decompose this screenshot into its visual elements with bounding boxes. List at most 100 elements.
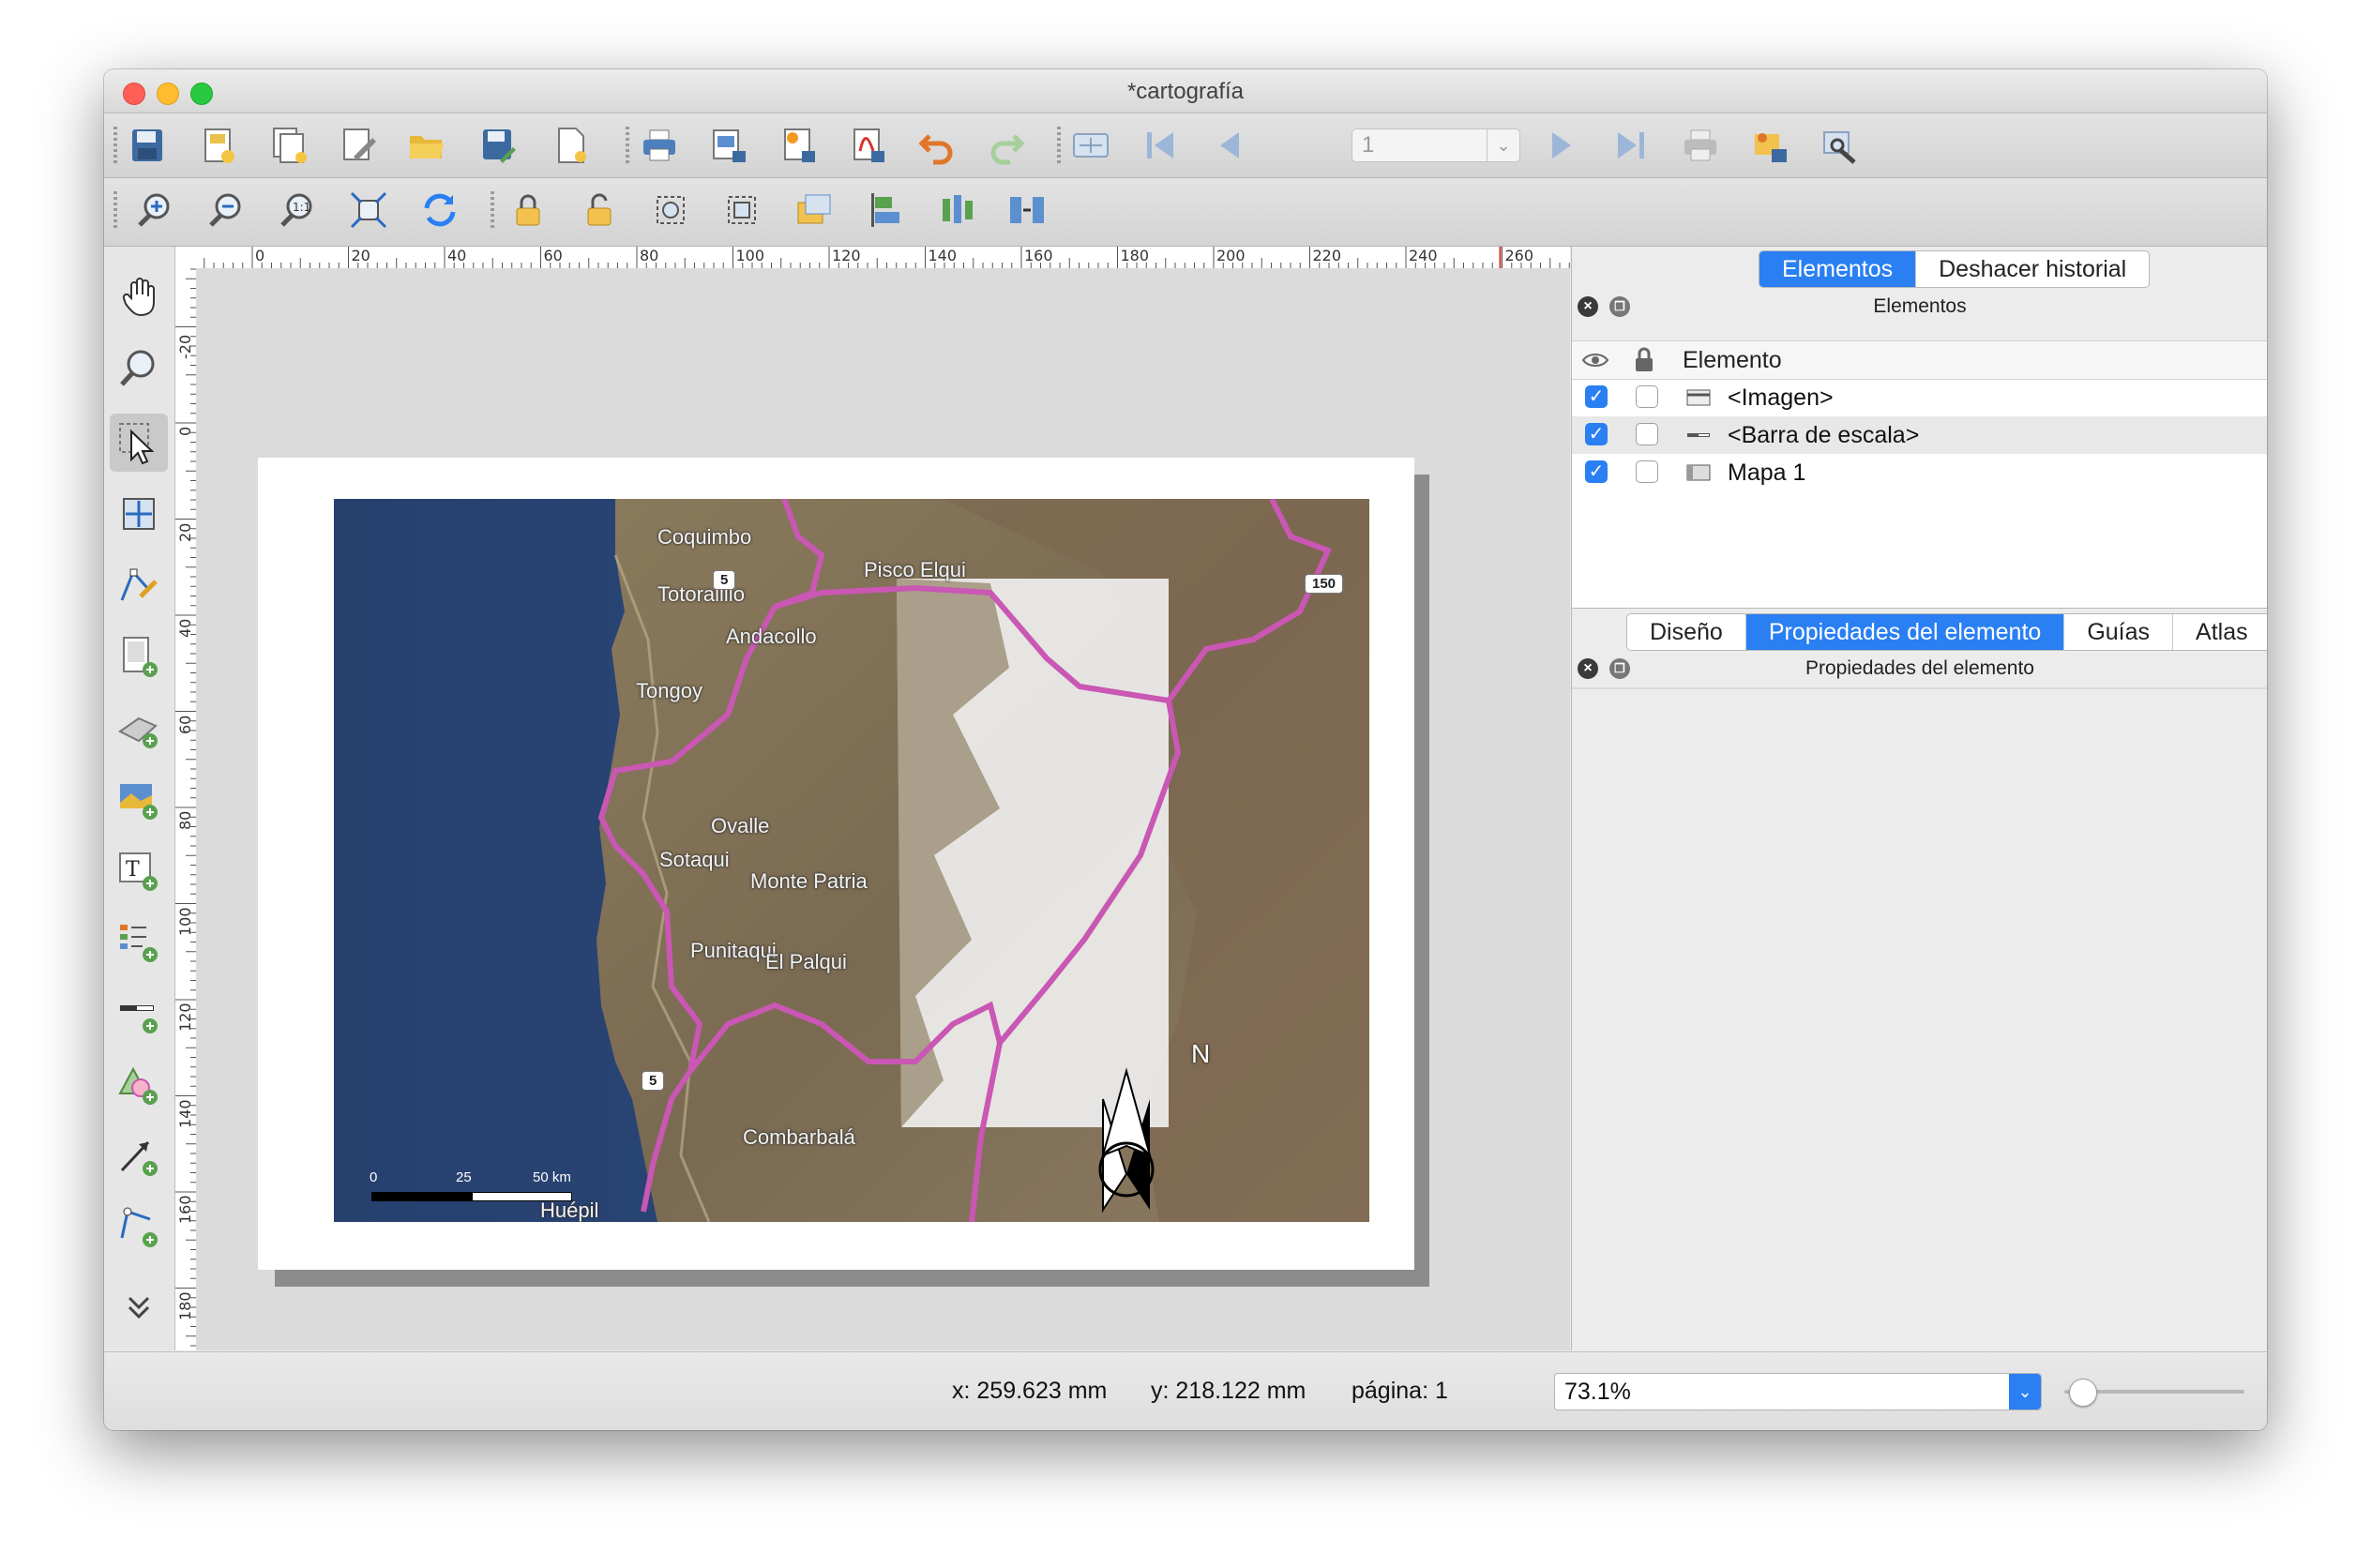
export-svg-icon[interactable] <box>776 123 821 168</box>
map-item[interactable]: Coquimbo Totoralillo Andacollo Pisco Elqui T… <box>334 499 1369 1222</box>
distribute-icon[interactable] <box>933 188 978 233</box>
items-dock-header: × ❐ Elementos <box>1572 290 2267 324</box>
print-icon[interactable] <box>637 123 682 168</box>
previous-feature-icon[interactable] <box>1207 123 1252 168</box>
print-atlas-icon[interactable] <box>1678 123 1723 168</box>
item-row-barra-de-escala[interactable]: ✓ <Barra de escala> <box>1572 416 2267 454</box>
scalebar-label: 0 <box>370 1169 378 1185</box>
zoom-in-icon[interactable] <box>132 188 177 233</box>
visible-checkbox[interactable]: ✓ <box>1585 460 1608 483</box>
group-icon[interactable] <box>648 188 693 233</box>
save-as-template-icon[interactable] <box>476 123 521 168</box>
add-label-icon[interactable]: T <box>110 841 168 899</box>
add-legend-icon[interactable] <box>110 912 168 971</box>
add-arrow-icon[interactable] <box>110 1126 168 1184</box>
scalebar-label: 25 <box>456 1169 472 1185</box>
lock-checkbox[interactable] <box>1636 460 1658 483</box>
zoom-slider-handle[interactable] <box>2069 1379 2098 1407</box>
tab-elementos[interactable]: Elementos <box>1759 251 1916 287</box>
zoom-out-icon[interactable] <box>204 188 249 233</box>
eye-icon[interactable] <box>1581 341 1609 379</box>
redo-icon[interactable] <box>984 123 1029 168</box>
ruler-label: 120 <box>176 1003 194 1032</box>
tab-propiedades-del-elemento[interactable]: Propiedades del elemento <box>1744 614 2064 650</box>
add-3d-map-icon[interactable] <box>110 699 168 757</box>
align-icon[interactable] <box>862 188 907 233</box>
layout-page[interactable]: Coquimbo Totoralillo Andacollo Pisco Elqui T… <box>258 458 1414 1270</box>
atlas-page-selector[interactable]: 1 ⌄ <box>1352 128 1520 162</box>
refresh-icon[interactable] <box>417 188 462 233</box>
new-page-icon[interactable] <box>549 123 594 168</box>
add-shape-icon[interactable] <box>110 1055 168 1113</box>
toolbar-grip[interactable] <box>1057 127 1061 166</box>
new-layout-icon[interactable] <box>196 123 241 168</box>
toolbar-grip[interactable] <box>113 127 117 166</box>
tab-guias[interactable]: Guías <box>2063 614 2172 650</box>
cursor-x: x: 259.623 mm <box>952 1378 1108 1404</box>
column-elemento[interactable]: Elemento <box>1683 341 1782 379</box>
scalebar-item-icon <box>1687 433 1710 437</box>
toolbar-grip[interactable] <box>113 191 117 231</box>
undo-icon[interactable] <box>914 123 959 168</box>
add-node-item-icon[interactable] <box>110 1198 168 1256</box>
toolbar-grip[interactable] <box>491 191 494 231</box>
select-move-icon[interactable] <box>110 414 168 472</box>
lock-checkbox[interactable] <box>1636 423 1658 445</box>
last-feature-icon[interactable] <box>1608 123 1654 168</box>
item-row-imagen[interactable]: ✓ <Imagen> <box>1572 379 2267 416</box>
top-tabs: Elementos Deshacer historial <box>1759 250 2151 288</box>
raise-icon[interactable] <box>791 188 836 233</box>
save-icon[interactable] <box>125 123 170 168</box>
next-feature-icon[interactable] <box>1539 123 1584 168</box>
lock-icon[interactable] <box>1630 341 1658 379</box>
tools-toolbar: T <box>104 247 175 1350</box>
move-content-icon[interactable] <box>110 485 168 543</box>
ruler-label: 80 <box>176 810 194 830</box>
tab-deshacer-historial[interactable]: Deshacer historial <box>1915 251 2149 287</box>
vertical-ruler[interactable]: -20020406080100120140160180200220 <box>175 268 197 1350</box>
unlock-items-icon[interactable] <box>577 188 622 233</box>
map-place-label: Tongoy <box>636 679 702 703</box>
scalebar-item[interactable]: 0 25 50 km <box>370 1169 578 1207</box>
duplicate-layout-icon[interactable] <box>267 123 312 168</box>
chevron-down-icon[interactable]: ⌄ <box>2009 1374 2041 1410</box>
edit-nodes-icon[interactable] <box>110 556 168 614</box>
zoom-combo[interactable]: 73.1% ⌄ <box>1554 1373 2042 1410</box>
more-tools-icon[interactable] <box>110 1278 168 1336</box>
ruler-label: 40 <box>447 247 467 264</box>
map-place-label: El Palqui <box>765 949 847 973</box>
zoom-full-icon[interactable] <box>346 188 391 233</box>
add-picture-icon[interactable] <box>110 770 168 828</box>
add-map-icon[interactable] <box>110 627 168 686</box>
ungroup-icon[interactable] <box>719 188 764 233</box>
item-label: <Barra de escala> <box>1728 422 1920 448</box>
visible-checkbox[interactable]: ✓ <box>1585 385 1608 408</box>
export-image-icon[interactable] <box>706 123 751 168</box>
map-place-label: Sotaqui <box>659 847 730 871</box>
layout-canvas[interactable]: Coquimbo Totoralillo Andacollo Pisco Elqui T… <box>196 268 1570 1350</box>
atlas-settings-icon[interactable] <box>1817 123 1862 168</box>
ruler-label: 60 <box>543 247 563 264</box>
resize-icon[interactable] <box>1004 188 1050 233</box>
page-indicator: página: 1 <box>1352 1378 1448 1404</box>
ruler-label: 100 <box>735 247 765 264</box>
first-feature-icon[interactable] <box>1138 123 1183 168</box>
pan-icon[interactable] <box>110 267 168 325</box>
toolbar-grip[interactable] <box>626 127 629 166</box>
export-atlas-icon[interactable] <box>1747 123 1792 168</box>
add-scalebar-icon[interactable] <box>110 984 168 1042</box>
export-pdf-icon[interactable] <box>845 123 890 168</box>
atlas-preview-icon[interactable] <box>1068 123 1113 168</box>
zoom-tool-icon[interactable] <box>110 339 168 397</box>
chevron-down-icon[interactable]: ⌄ <box>1487 129 1519 161</box>
tab-atlas[interactable]: Atlas <box>2172 614 2267 650</box>
horizontal-ruler[interactable]: 0204060801001201401601802002202402602803… <box>196 247 1570 269</box>
tab-diseno[interactable]: Diseño <box>1627 614 1745 650</box>
open-folder-icon[interactable] <box>404 123 449 168</box>
layout-manager-icon[interactable] <box>337 123 382 168</box>
visible-checkbox[interactable]: ✓ <box>1585 423 1608 445</box>
lock-checkbox[interactable] <box>1636 385 1658 408</box>
item-row-mapa-1[interactable]: ✓ Mapa 1 <box>1572 454 2267 491</box>
lock-items-icon[interactable] <box>506 188 551 233</box>
zoom-actual-icon[interactable]: 1:1 <box>275 188 320 233</box>
